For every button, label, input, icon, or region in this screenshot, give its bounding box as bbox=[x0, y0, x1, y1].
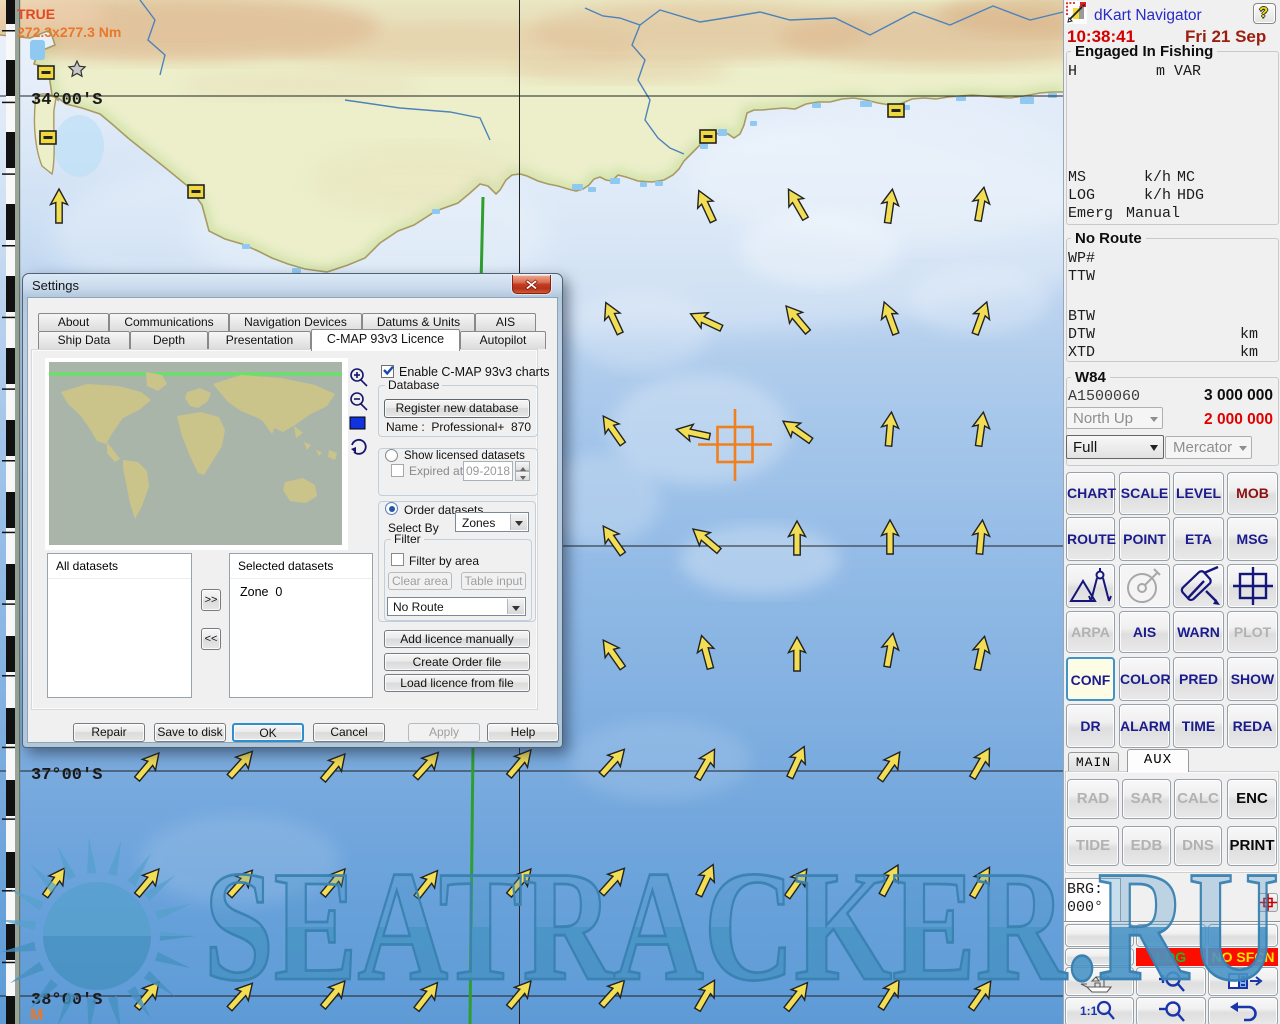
svg-text:272.3x277.3 Nm: 272.3x277.3 Nm bbox=[17, 24, 121, 40]
svg-text:34°00'S: 34°00'S bbox=[31, 91, 102, 110]
svg-text:M: M bbox=[30, 1007, 43, 1024]
svg-text:37°00'S: 37°00'S bbox=[31, 766, 102, 785]
svg-text:TRUE: TRUE bbox=[17, 6, 55, 22]
svg-text:1:1: 1:1 bbox=[1080, 1004, 1098, 1018]
